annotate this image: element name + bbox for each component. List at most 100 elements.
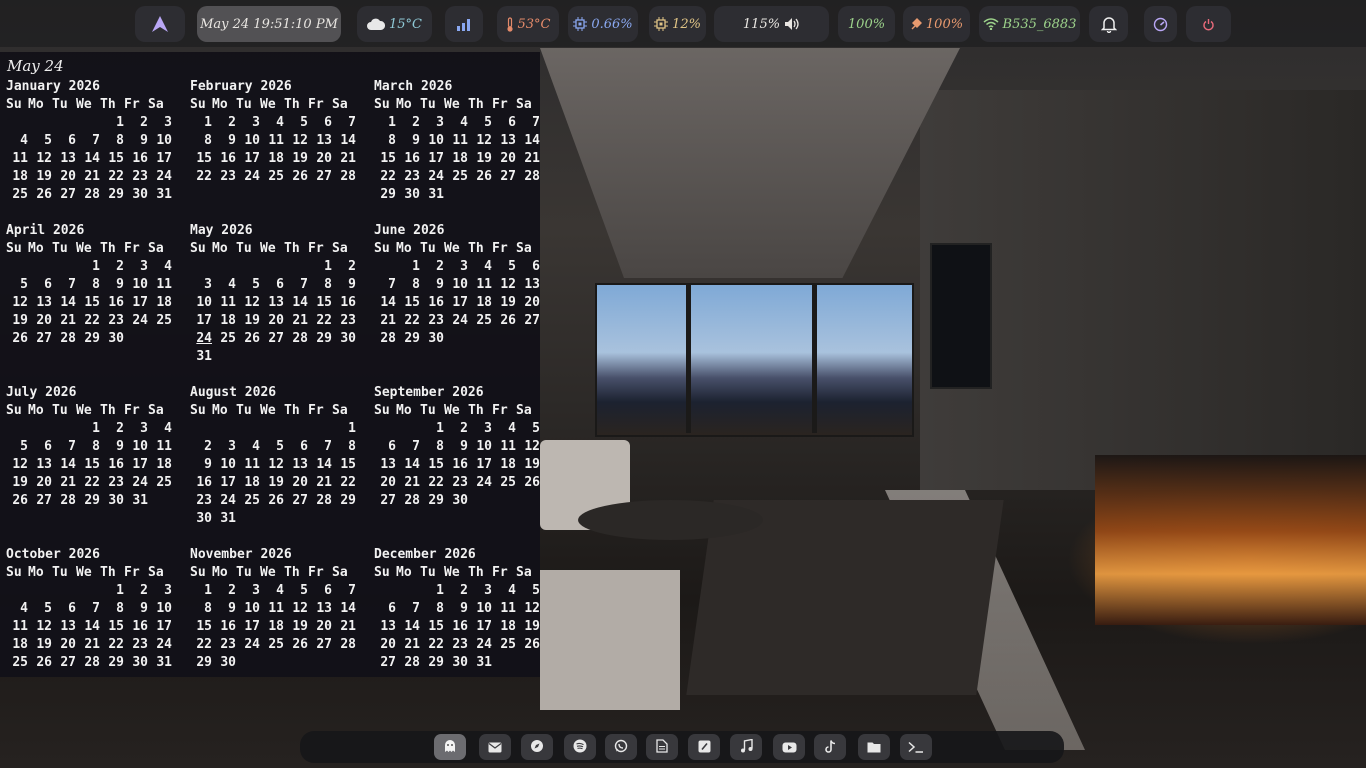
day-cell — [284, 348, 308, 366]
week-row: 22 23 24 25 26 27 28 — [190, 168, 360, 186]
weekday-label: Mo — [28, 565, 44, 580]
weekday-label: Fr — [492, 241, 508, 256]
day-cell: 10 — [476, 439, 492, 454]
battery-value: 100% — [925, 16, 964, 32]
weekday-label: Sa — [148, 241, 164, 256]
day-cell: 12 — [524, 439, 540, 454]
day-cell — [260, 510, 284, 528]
week-row: 8 9 10 11 12 13 14 — [374, 132, 544, 150]
dock-item-whatsapp[interactable] — [605, 734, 637, 760]
day-cell: 3 — [204, 277, 212, 292]
day-cell — [212, 420, 236, 438]
week-row: 2 3 4 5 6 7 8 — [190, 438, 360, 456]
cpu-widget[interactable]: 0.66% — [568, 6, 638, 42]
day-cell: 15 — [428, 457, 444, 472]
day-cell: 23 — [404, 169, 420, 184]
dock-item-mail[interactable] — [479, 734, 511, 760]
weekday-label: Mo — [212, 241, 228, 256]
weekday-label: Th — [468, 403, 484, 418]
day-cell: 2 — [116, 421, 124, 436]
power-icon — [1202, 18, 1215, 31]
temperature-widget[interactable]: 53°C — [497, 6, 559, 42]
day-cell: 3 — [436, 115, 444, 130]
day-cell: 22 — [404, 313, 420, 328]
weekday-header: Su Mo Tu We Th Fr Sa — [6, 402, 176, 420]
day-cell — [28, 582, 52, 600]
day-cell: 11 — [244, 457, 260, 472]
weather-widget[interactable]: 15°C — [357, 6, 432, 42]
week-row: 18 19 20 21 22 23 24 — [6, 636, 176, 654]
dock-item-terminal[interactable] — [900, 734, 932, 760]
week-row: 10 11 12 13 14 15 16 — [190, 294, 360, 312]
day-cell: 25 — [452, 169, 468, 184]
day-cell: 18 — [500, 457, 516, 472]
day-cell — [212, 258, 236, 276]
day-cell: 19 — [500, 295, 516, 310]
day-cell: 26 — [244, 331, 260, 346]
week-row: 6 7 8 9 10 11 12 — [374, 438, 544, 456]
day-cell: 6 — [276, 277, 284, 292]
day-cell — [516, 654, 540, 672]
day-cell: 6 — [324, 115, 332, 130]
weekday-label: Mo — [212, 403, 228, 418]
weekday-label: We — [444, 403, 460, 418]
day-cell: 3 — [252, 115, 260, 130]
day-cell: 20 — [316, 619, 332, 634]
dock-item-notes[interactable] — [688, 734, 720, 760]
day-cell — [76, 582, 100, 600]
dock-item-tiktok[interactable] — [814, 734, 846, 760]
battery-widget[interactable]: 100% — [903, 6, 970, 42]
day-cell: 13 — [500, 133, 516, 148]
day-cell: 28 — [404, 493, 420, 508]
day-cell: 2 — [460, 421, 468, 436]
day-cell: 27 — [292, 493, 308, 508]
day-cell: 29 — [108, 655, 124, 670]
memory-widget[interactable]: 12% — [649, 6, 706, 42]
day-cell: 6 — [44, 439, 52, 454]
performance-button[interactable] — [1144, 6, 1177, 42]
day-cell — [468, 330, 492, 348]
notifications-button[interactable] — [1089, 6, 1128, 42]
dock-item-browser[interactable] — [521, 734, 553, 760]
day-cell: 14 — [340, 601, 356, 616]
app-launcher-button[interactable] — [135, 6, 185, 42]
dock-item-documents[interactable] — [646, 734, 678, 760]
week-row: 1 2 3 — [6, 114, 176, 132]
power-button[interactable] — [1186, 6, 1231, 42]
dock-item-youtube[interactable] — [773, 734, 805, 760]
network-graph-button[interactable] — [445, 6, 483, 42]
day-cell: 26 — [500, 313, 516, 328]
day-cell: 4 — [508, 421, 516, 436]
dock-item-files[interactable] — [858, 734, 890, 760]
brightness-value: 100% — [847, 16, 886, 32]
day-cell: 11 — [12, 619, 28, 634]
day-cell: 18 — [12, 169, 28, 184]
day-cell: 17 — [476, 457, 492, 472]
day-cell: 10 — [244, 601, 260, 616]
week-row: 25 26 27 28 29 30 31 — [6, 186, 176, 204]
month-name: June 2026 — [374, 223, 445, 238]
weekday-label: We — [260, 241, 276, 256]
day-cell: 12 — [292, 133, 308, 148]
volume-widget[interactable]: 115% — [714, 6, 829, 42]
day-cell: 17 — [428, 151, 444, 166]
day-cell: 8 — [436, 439, 444, 454]
weekday-label: Tu — [52, 241, 68, 256]
dock-item-ghost[interactable] — [434, 734, 466, 760]
weekday-header: Su Mo Tu We Th Fr Sa — [374, 240, 544, 258]
day-cell: 24 — [220, 493, 236, 508]
brightness-widget[interactable]: 100% — [838, 6, 895, 42]
day-cell: 26 — [268, 493, 284, 508]
week-row: 12 — [190, 258, 360, 276]
weekday-header: Su Mo Tu We Th Fr Sa — [190, 240, 360, 258]
dock-item-music[interactable] — [730, 734, 762, 760]
dock-item-spotify[interactable] — [564, 734, 596, 760]
day-cell: 13 — [268, 295, 284, 310]
clock-button[interactable]: May 24 19:51:10 PM — [197, 6, 341, 42]
day-cell: 26 — [36, 655, 52, 670]
wifi-widget[interactable]: B535_6883 — [979, 6, 1080, 42]
calendar-title: May 24 — [7, 57, 64, 75]
memory-value: 12% — [672, 16, 701, 32]
day-cell: 29 — [84, 331, 100, 346]
day-cell: 22 — [380, 169, 396, 184]
